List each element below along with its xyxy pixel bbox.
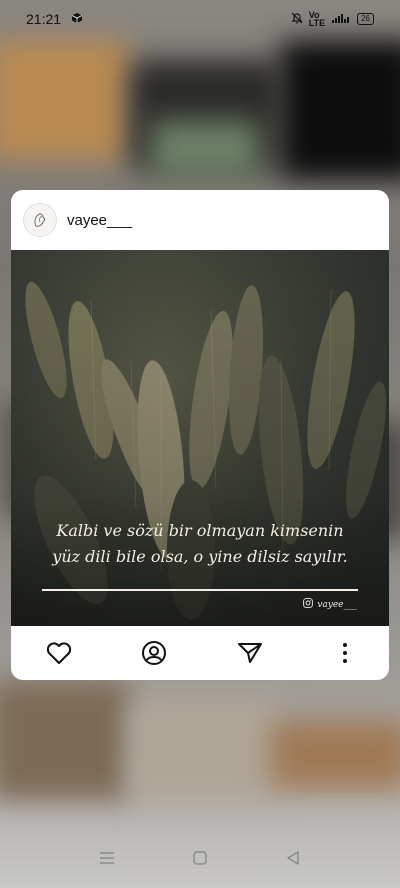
post-username[interactable]: vayee___ bbox=[67, 212, 132, 229]
menu-icon[interactable] bbox=[95, 846, 119, 870]
mute-bell-icon bbox=[291, 12, 303, 26]
heart-icon[interactable] bbox=[45, 639, 73, 667]
more-vertical-icon[interactable] bbox=[331, 639, 359, 667]
battery-level: 26 bbox=[361, 14, 370, 23]
instagram-icon bbox=[303, 598, 314, 611]
watermark-handle: vayee___ bbox=[317, 599, 357, 610]
send-icon[interactable] bbox=[236, 639, 264, 667]
post-header: vayee___ bbox=[11, 190, 389, 250]
post-actions bbox=[11, 626, 389, 680]
system-nav-bar bbox=[0, 828, 400, 888]
avatar[interactable] bbox=[23, 203, 57, 237]
status-time: 21:21 bbox=[26, 11, 62, 27]
watermark: vayee___ bbox=[303, 598, 357, 611]
cube-icon bbox=[71, 11, 83, 27]
quote-line-2: yüz dili bile olsa, o yine dilsiz sayılı… bbox=[52, 547, 348, 566]
post-image[interactable]: Kalbi ve sözü bir olmayan kimsenin yüz d… bbox=[11, 250, 389, 626]
battery-icon: 26 bbox=[357, 13, 374, 25]
quote-line-1: Kalbi ve sözü bir olmayan kimsenin bbox=[56, 521, 344, 540]
divider bbox=[42, 589, 358, 591]
status-bar: 21:21 Vo LTE 26 bbox=[0, 0, 400, 38]
back-icon[interactable] bbox=[281, 846, 305, 870]
post-card[interactable]: vayee___ Kalbi ve sözü bir olmayan kimse… bbox=[11, 190, 389, 680]
volte-icon: Vo LTE bbox=[308, 10, 326, 28]
profile-icon[interactable] bbox=[140, 639, 168, 667]
quote-text: Kalbi ve sözü bir olmayan kimsenin yüz d… bbox=[11, 518, 389, 570]
signal-icon bbox=[331, 12, 351, 26]
home-icon[interactable] bbox=[188, 846, 212, 870]
